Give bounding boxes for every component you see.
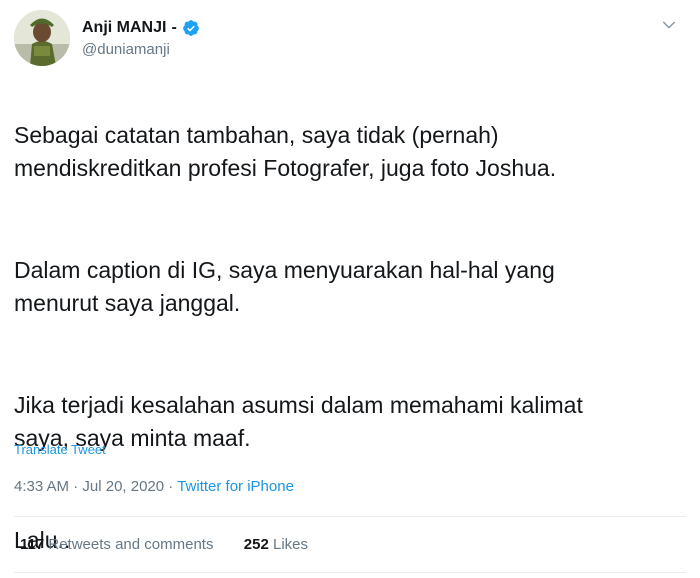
chevron-down-icon[interactable]	[660, 16, 678, 34]
avatar[interactable]	[14, 10, 70, 66]
author-display-name[interactable]: Anji MANJI	[82, 19, 166, 37]
name-row: Anji MANJI -	[82, 17, 200, 39]
retweets-label: Retweets and comments	[48, 536, 214, 553]
meta-separator: ·	[168, 478, 174, 495]
likes-stat[interactable]: 252 Likes	[244, 536, 308, 553]
divider	[14, 572, 686, 573]
tweet-paragraph: Sebagai catatan tambahan, saya tidak (pe…	[14, 122, 557, 181]
tweet-timestamp-row: 4:33 AM · Jul 20, 2020 · Twitter for iPh…	[14, 478, 294, 495]
meta-separator: ·	[73, 478, 79, 495]
tweet-text: Sebagai catatan tambahan, saya tidak (pe…	[14, 86, 686, 578]
tweet-date[interactable]: Jul 20, 2020	[82, 478, 164, 495]
tweet-time[interactable]: 4:33 AM	[14, 478, 69, 495]
tweet-source-link[interactable]: Twitter for iPhone	[177, 478, 294, 495]
likes-count: 252	[243, 536, 269, 553]
avatar-image	[14, 10, 70, 66]
tweet-header: Anji MANJI - @duniamanji	[14, 10, 686, 70]
verified-badge-icon	[182, 20, 199, 36]
tweet-card: Anji MANJI - @duniamanji Sebagai catatan…	[0, 0, 700, 578]
tweet-paragraph: Jika terjadi kesalahan asumsi dalam mema…	[14, 392, 583, 451]
tweet-paragraph: Dalam caption di IG, saya menyuarakan ha…	[14, 257, 555, 316]
author-block: Anji MANJI - @duniamanji	[82, 17, 200, 58]
retweets-stat[interactable]: 117 Retweets and comments	[20, 536, 218, 553]
divider	[14, 516, 686, 517]
author-handle[interactable]: @duniamanji	[82, 41, 200, 58]
retweets-count: 117	[20, 536, 45, 553]
translate-tweet-link[interactable]: Translate Tweet	[14, 442, 106, 457]
likes-label: Likes	[273, 536, 309, 553]
tweet-stats: 117 Retweets and comments 252 Likes	[20, 536, 308, 553]
author-name-suffix: -	[171, 19, 177, 36]
